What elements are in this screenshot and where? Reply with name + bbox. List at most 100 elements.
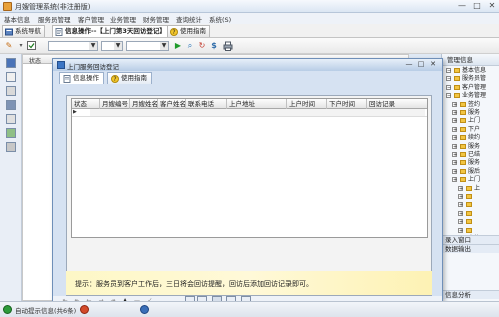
tree-item[interactable]: + — [442, 193, 499, 201]
column-nanny-id[interactable]: 月嫂编号 — [100, 99, 130, 109]
tree-expand-icon[interactable]: + — [452, 177, 457, 183]
folder-icon — [454, 93, 460, 99]
column-address[interactable]: 上户地址 — [227, 99, 287, 109]
print-icon[interactable] — [223, 41, 233, 51]
tree-item[interactable]: − 服务员管 — [442, 75, 499, 83]
tree-expand-icon[interactable]: + — [452, 126, 457, 132]
nav-icon-1[interactable] — [6, 58, 16, 68]
tab-info-operation[interactable]: 信息操作--【上门第3天回访登记】 — [52, 25, 170, 37]
column-end-time[interactable]: 下户时间 — [327, 99, 367, 109]
tree-collapse-icon[interactable]: − — [446, 68, 451, 74]
folder-icon — [466, 202, 472, 208]
tree-item[interactable]: + 服务 — [442, 109, 499, 117]
tree-item[interactable]: + — [442, 227, 499, 235]
export-icon[interactable]: $ — [209, 41, 219, 51]
tree-item[interactable]: + — [442, 210, 499, 218]
edit-pencil-icon[interactable]: ✎ — [4, 41, 14, 51]
tree-item[interactable]: + 签约 — [442, 101, 499, 109]
info-analysis-link[interactable]: 信息分析 — [441, 290, 499, 299]
tree-item[interactable]: + 下户 — [442, 126, 499, 134]
data-output-link[interactable]: 数据输出 — [441, 244, 499, 253]
tree-item-label: 上门 — [468, 117, 481, 125]
status-reminder-text[interactable]: 自动提示信息(共6条) — [15, 305, 76, 315]
tab-navigation[interactable]: 系统导航 — [2, 25, 45, 37]
tree-item-label: 签约 — [468, 100, 481, 108]
close-button[interactable]: ✕ — [485, 1, 499, 11]
search-icon[interactable]: ⌕ — [185, 41, 195, 51]
table-row[interactable]: ▶ — [72, 109, 427, 117]
tree-collapse-icon[interactable]: − — [446, 93, 451, 99]
column-nanny-name[interactable]: 月嫂姓名 — [130, 99, 158, 109]
tree-expand-icon[interactable]: + — [458, 202, 463, 208]
tree-expand-icon[interactable]: + — [452, 168, 457, 174]
filter-combo-3[interactable]: ▼ — [126, 41, 169, 51]
nav-icon-2[interactable] — [6, 72, 16, 82]
menu-staff[interactable]: 服务员管理 — [38, 14, 71, 24]
column-status[interactable]: 状态 — [29, 56, 41, 65]
tree-item[interactable]: + 续约 — [442, 134, 499, 142]
nav-icon-6[interactable] — [6, 128, 16, 138]
checkbox-icon[interactable] — [26, 41, 36, 51]
tree-item[interactable]: + — [442, 201, 499, 209]
tab-user-guide[interactable]: ? 使用指南 — [167, 25, 210, 37]
menu-statistics[interactable]: 查询统计 — [176, 14, 202, 24]
tree-expand-icon[interactable]: + — [452, 101, 457, 107]
svg-text:?: ? — [113, 76, 116, 83]
dialog-tab-info-operation[interactable]: 信息操作 — [59, 72, 104, 84]
tree-expand-icon[interactable]: + — [458, 194, 463, 200]
dropdown-arrow-icon[interactable]: ▾ — [16, 41, 26, 51]
nav-icon-5[interactable] — [6, 114, 16, 124]
nav-icon-7[interactable] — [6, 142, 16, 152]
tree-item[interactable]: + — [442, 218, 499, 226]
play-icon[interactable]: ▶ — [173, 41, 183, 51]
tree-item[interactable]: − 客户管理 — [442, 84, 499, 92]
refresh-icon[interactable]: ↻ — [197, 41, 207, 51]
tree-expand-icon[interactable]: + — [452, 135, 457, 141]
tree-item[interactable]: + 服务 — [442, 159, 499, 167]
menu-finance[interactable]: 财务管理 — [143, 14, 169, 24]
dialog-maximize-button[interactable]: □ — [416, 60, 426, 69]
tree-item[interactable]: + 上 — [442, 185, 499, 193]
toolbar: ✎ ▾ ▼ ▼ ▼ ▶ ⌕ ↻ $ — [0, 38, 499, 54]
tree-expand-icon[interactable]: + — [452, 143, 457, 149]
tree-expand-icon[interactable]: + — [452, 152, 457, 158]
dialog-minimize-button[interactable]: — — [404, 60, 414, 69]
column-status[interactable]: 状态 — [72, 99, 100, 109]
filter-combo-2[interactable]: ▼ — [101, 41, 123, 51]
tree-item[interactable]: − 业务管理 — [442, 92, 499, 100]
tree-expand-icon[interactable]: + — [458, 210, 463, 216]
minimize-button[interactable]: — — [455, 1, 469, 11]
tree-item[interactable]: + 服务 — [442, 143, 499, 151]
menu-basic-info[interactable]: 基本信息 — [4, 14, 30, 24]
menu-business[interactable]: 业务管理 — [110, 14, 136, 24]
tree-item[interactable]: + 服后 — [442, 168, 499, 176]
filter-combo-1[interactable]: ▼ — [48, 41, 98, 51]
dialog-tab-strip: 信息操作 ? 使用指南 — [57, 72, 439, 84]
tree-item[interactable]: + 已结 — [442, 151, 499, 159]
dialog-tab-user-guide[interactable]: ? 使用指南 — [107, 72, 152, 84]
column-customer-name[interactable]: 客户姓名 — [158, 99, 186, 109]
tree-expand-icon[interactable]: + — [458, 219, 463, 225]
column-phone[interactable]: 联系电话 — [186, 99, 227, 109]
tree-collapse-icon[interactable]: − — [446, 84, 451, 90]
nav-icon-4[interactable] — [6, 100, 16, 110]
tree-expand-icon[interactable]: + — [458, 185, 463, 191]
tree-item[interactable]: − 基本信息 — [442, 67, 499, 75]
dialog-close-button[interactable]: ✕ — [428, 60, 438, 69]
tree-expand-icon[interactable]: + — [452, 110, 457, 116]
tree-expand-icon[interactable]: + — [452, 160, 457, 166]
help-icon: ? — [111, 75, 119, 83]
maximize-button[interactable]: □ — [470, 1, 484, 11]
nav-icon-3[interactable] — [6, 86, 16, 96]
visit-records-grid[interactable]: 状态 月嫂编号 月嫂姓名 客户姓名 联系电话 上户地址 上户时间 下户时间 回访… — [71, 98, 428, 238]
tree-item[interactable]: + 上门 — [442, 176, 499, 184]
column-start-time[interactable]: 上户时间 — [287, 99, 327, 109]
menu-customer[interactable]: 客户管理 — [78, 14, 104, 24]
tree-expand-icon[interactable]: + — [458, 227, 463, 233]
tree-expand-icon[interactable]: + — [452, 118, 457, 124]
column-visit-record[interactable]: 回访记录 — [367, 99, 427, 109]
menu-system[interactable]: 系统(S) — [209, 14, 231, 24]
tree-item[interactable]: + 上门 — [442, 117, 499, 125]
entry-window-link[interactable]: 录入窗口 — [441, 235, 499, 244]
tree-collapse-icon[interactable]: − — [446, 76, 451, 82]
